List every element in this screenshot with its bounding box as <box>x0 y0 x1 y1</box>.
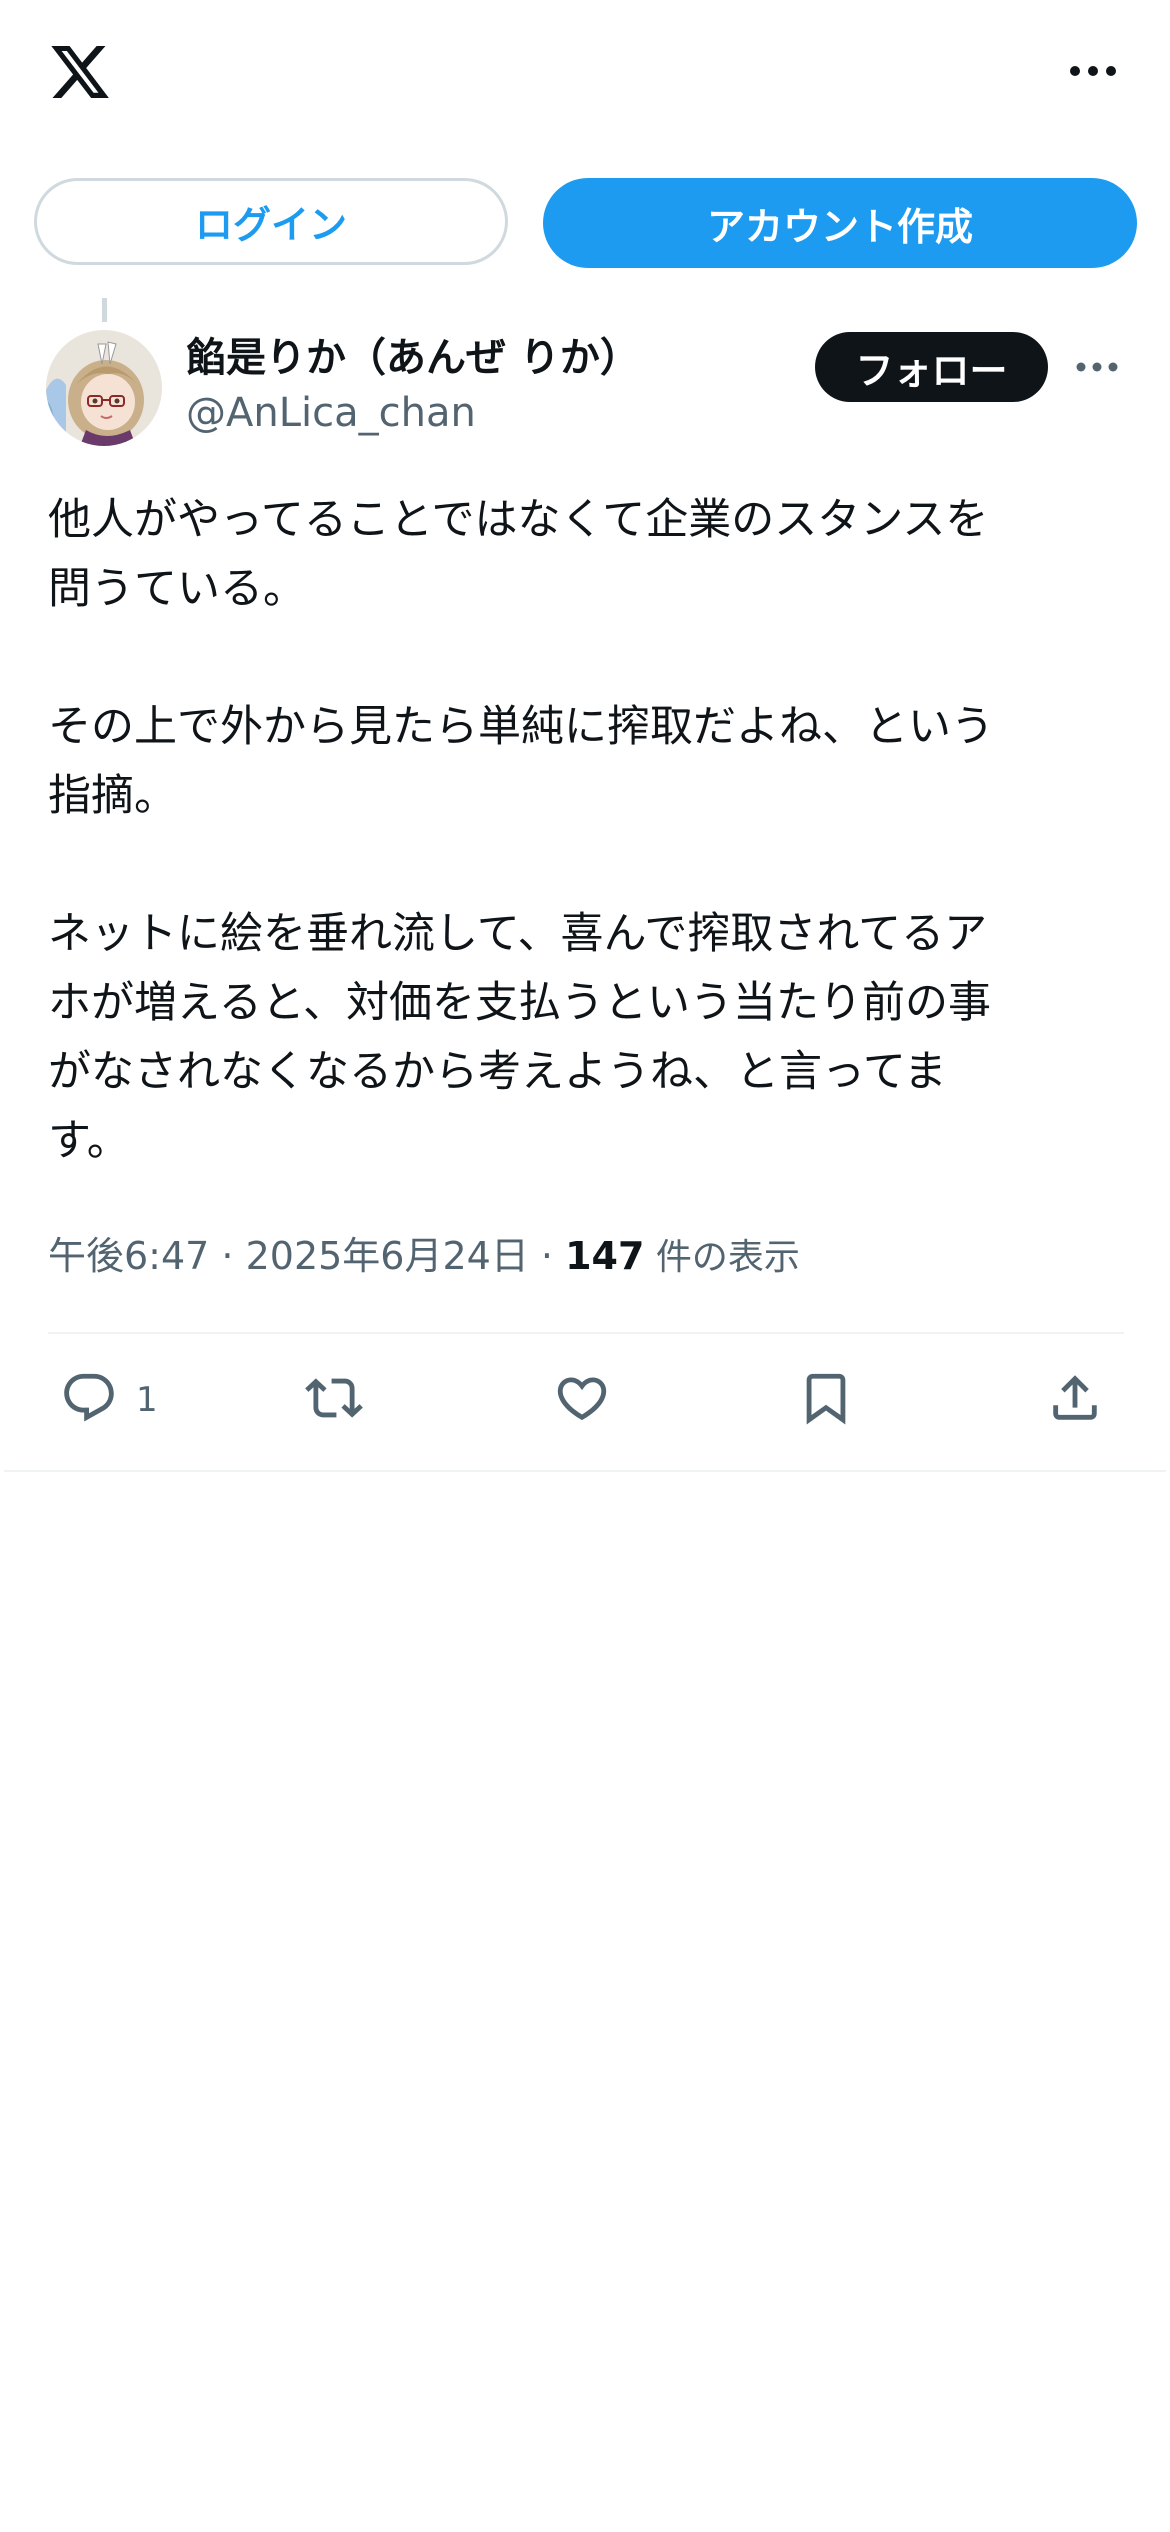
divider <box>4 1470 1166 1472</box>
meta-separator: · <box>528 1234 566 1278</box>
more-horizontal-icon[interactable] <box>1068 56 1118 86</box>
retweet-icon <box>305 1369 363 1431</box>
divider <box>48 1332 1124 1334</box>
share-upload-icon <box>1046 1369 1104 1431</box>
views-label: 件の表示 <box>644 1237 800 1278</box>
follow-button[interactable]: フォロー <box>815 332 1048 402</box>
heart-icon <box>553 1369 611 1431</box>
reply-count: 1 <box>136 1380 158 1420</box>
views-count: 147 <box>565 1234 645 1278</box>
create-account-button[interactable]: アカウント作成 <box>543 178 1137 268</box>
bookmark-button[interactable] <box>797 1360 855 1440</box>
top-bar <box>0 0 1170 150</box>
bookmark-icon <box>797 1369 855 1431</box>
tweet-time[interactable]: 午後6:47 <box>48 1234 209 1278</box>
tweet-metadata: 午後6:47 · 2025年6月24日 · 147 件の表示 <box>48 1225 800 1280</box>
meta-separator: · <box>209 1234 246 1278</box>
thread-connector-line <box>102 298 107 322</box>
tweet-paragraph: 他人がやってることではなくて企業のスタンスを 問うている。 <box>48 495 989 614</box>
avatar[interactable] <box>46 330 162 446</box>
author-handle[interactable]: @AnLica_chan <box>186 390 476 436</box>
reply-bubble-icon <box>60 1369 118 1431</box>
tweet-date[interactable]: 2025年6月24日 <box>246 1234 529 1278</box>
x-logo-icon[interactable] <box>46 40 114 104</box>
tweet-text: 他人がやってることではなくて企業のスタンスを 問うている。 その上で外から見たら… <box>48 486 1128 1176</box>
tweet-paragraph: その上で外から見たら単純に搾取だよね、という 指摘。 <box>48 702 994 821</box>
tweet-paragraph: ネットに絵を垂れ流して、喜んで搾取されてるア ホが増えると、対価を支払うという当… <box>48 909 991 1166</box>
login-button[interactable]: ログイン <box>34 178 508 265</box>
tweet-more-icon[interactable] <box>1075 355 1119 379</box>
retweet-button[interactable] <box>305 1360 363 1440</box>
share-button[interactable] <box>1046 1360 1104 1440</box>
auth-buttons: ログイン アカウント作成 <box>0 178 1170 273</box>
like-button[interactable] <box>553 1360 611 1440</box>
tweet-actions-bar: 1 <box>0 1360 1170 1450</box>
reply-button[interactable]: 1 <box>60 1360 158 1440</box>
author-display-name[interactable]: 餡是りか（あんぜ りか） <box>186 325 640 383</box>
